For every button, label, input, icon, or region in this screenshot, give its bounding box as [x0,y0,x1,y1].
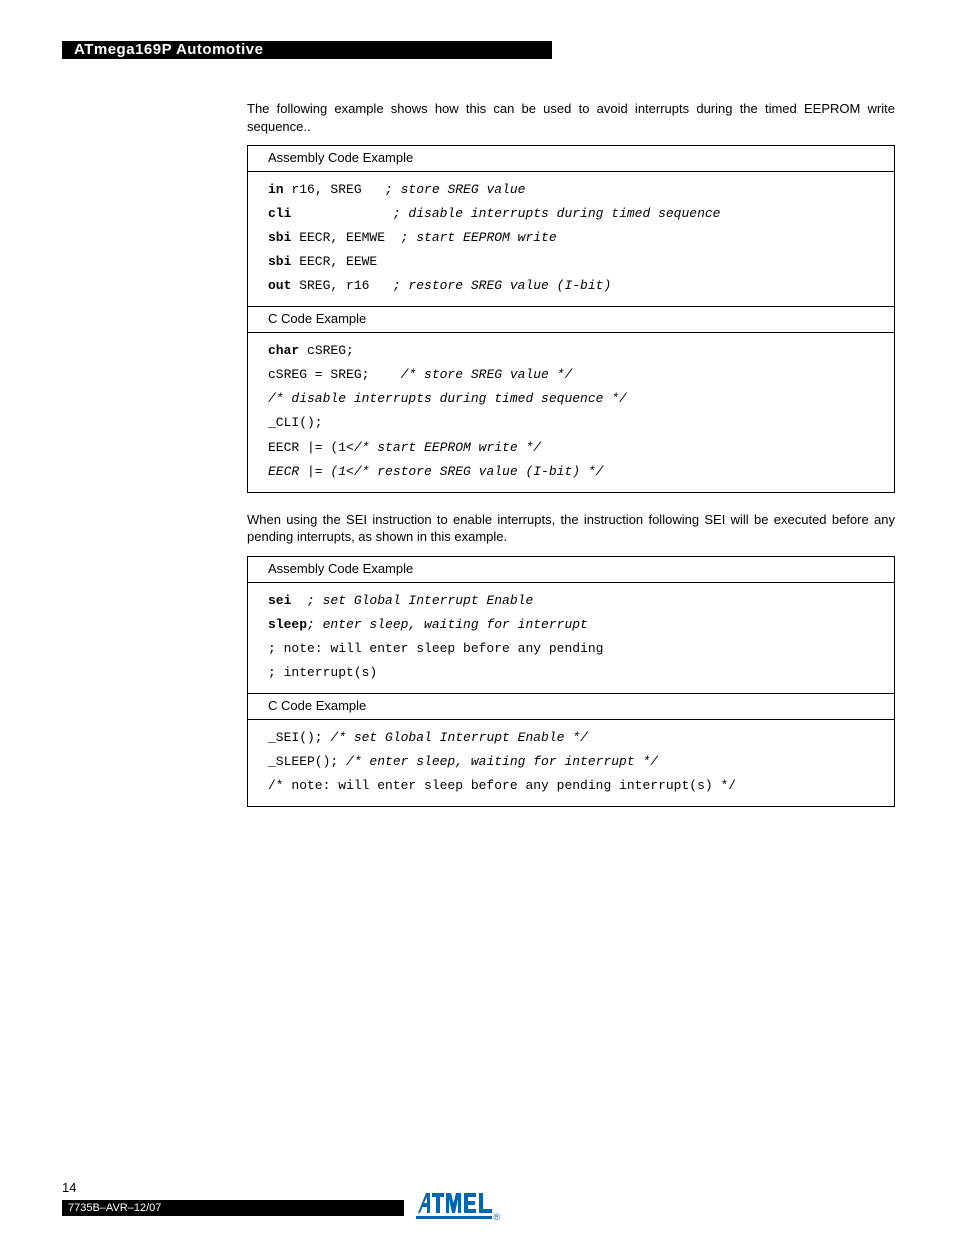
example2-asm-header: Assembly Code Example [248,557,894,582]
example2-c-header: C Code Example [248,694,894,719]
example1-box: Assembly Code Example in r16, SREG ; sto… [247,145,895,493]
content-area: The following example shows how this can… [62,100,892,817]
footer-text: 7735B–AVR–12/07 [68,1200,161,1216]
example2-box: Assembly Code Example sei ; set Global I… [247,556,895,807]
example1-asm-code: in r16, SREG ; store SREG value cli ; di… [248,172,894,306]
registered-mark: ® [493,1212,500,1222]
para-intro2: The following example shows how this can… [247,100,895,135]
page: ATmega169P Automotive The following exam… [0,0,954,1235]
example2-asm-code: sei ; set Global Interrupt Enable sleep;… [248,583,894,693]
page-number: 14 [62,1180,76,1195]
example1-c-code: char cSREG; cSREG = SREG; /* store SREG … [248,333,894,491]
example1-asm-header: Assembly Code Example [248,146,894,171]
para-intro1: When using the SEI instruction to enable… [247,511,895,546]
atmel-logo-icon [416,1188,494,1218]
example1-c-header: C Code Example [248,307,894,332]
example2-c-code: _SEI(); /* set Global Interrupt Enable *… [248,720,894,806]
atmel-logo: ® [416,1185,498,1221]
header-title: ATmega169P Automotive [74,41,263,59]
